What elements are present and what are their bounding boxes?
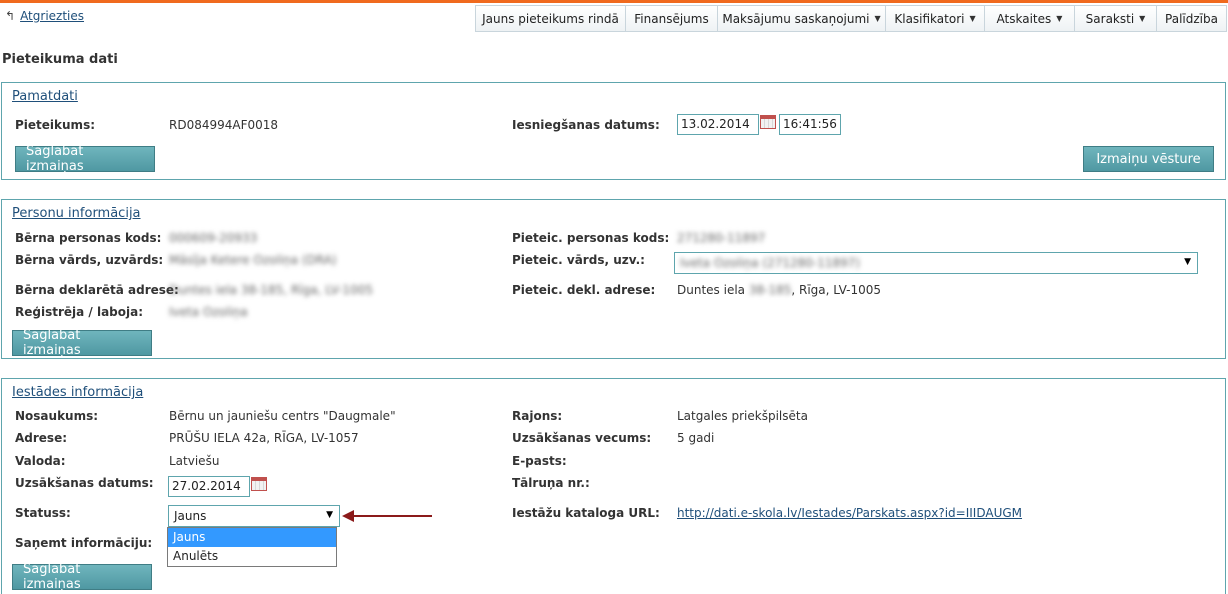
berna-adrese-value: Duntes iela 38-185, Rīga, LV-1005: [169, 283, 373, 297]
chevron-down-icon: ▼: [874, 14, 881, 23]
nav-label[interactable]: Saraksti: [1086, 12, 1135, 26]
panel-title: Pamatdati: [12, 89, 78, 104]
pieteikums-value: RD084994AF0018: [169, 118, 279, 132]
back-link-label[interactable]: Atgriezties: [20, 9, 84, 23]
nav-label[interactable]: Klasifikatori: [894, 12, 964, 26]
nav-jauns-pieteikums[interactable]: Jauns pieteikums rindā: [476, 5, 626, 32]
nav-label[interactable]: Finansējums: [634, 12, 708, 26]
calendar-icon[interactable]: [251, 477, 267, 491]
panel-pamatdati: Pamatdati Pieteikums: RD084994AF0018 Ies…: [1, 82, 1226, 180]
nav-label[interactable]: Atskaites: [997, 12, 1052, 26]
nav-palidziba[interactable]: Palīdzība: [1157, 5, 1227, 32]
chevron-down-icon: ▼: [326, 510, 333, 520]
nav-klasifikatori[interactable]: Klasifikatori ▼: [886, 5, 985, 32]
start-date-input[interactable]: 27.02.2014: [168, 476, 250, 497]
nav-maksajumu-saskanojumi[interactable]: Maksājumu saskaņojumi ▼: [718, 5, 886, 32]
nav-atskaites[interactable]: Atskaites ▼: [985, 5, 1075, 32]
field-label: Iestāžu kataloga URL:: [512, 506, 660, 520]
field-label: Pieteic. dekl. adrese:: [512, 283, 656, 297]
field-label: Uzsākšanas vecums:: [512, 431, 652, 445]
pieteic-kods-value: 271280-11897: [677, 231, 766, 245]
nav-label[interactable]: Maksājumu saskaņojumi: [722, 12, 869, 26]
field-label: Pieteic. personas kods:: [512, 231, 670, 245]
select-value: Jauns: [174, 509, 207, 523]
nav-label[interactable]: Jauns pieteikums rindā: [482, 12, 619, 26]
panel-title: Personu informācija: [12, 206, 141, 221]
back-link[interactable]: ↰ Atgriezties: [5, 9, 84, 23]
registreja-value: Iveta Ozoliņa: [169, 305, 248, 319]
top-bar: ↰ Atgriezties Jauns pieteikums rindā Fin…: [0, 0, 1228, 32]
chevron-down-icon: ▼: [1139, 14, 1146, 23]
berna-vards-value: Māsīja Ketere Ozoliņa (DRA): [169, 253, 337, 267]
history-button[interactable]: Izmaiņu vēsture: [1083, 146, 1214, 172]
adrese-value: PRŪŠU IELA 42a, RĪGA, LV-1057: [169, 431, 359, 445]
page-title: Pieteikuma dati: [2, 52, 118, 67]
field-label: E-pasts:: [512, 454, 567, 468]
field-label: Pieteic. vārds, uzv.:: [512, 253, 645, 267]
time-input[interactable]: 16:41:56: [779, 114, 841, 135]
address-street: Duntes iela: [677, 283, 746, 297]
catalog-url-link[interactable]: http://dati.e-skola.lv/Iestades/Parskats…: [677, 506, 1022, 520]
nav-label[interactable]: Palīdzība: [1165, 12, 1218, 26]
berna-kods-value: 000609-20933: [169, 231, 258, 245]
field-label: Reģistrēja / laboja:: [15, 305, 144, 319]
field-label: Rajons:: [512, 409, 563, 423]
address-number-redacted: 38-185: [748, 283, 792, 297]
field-label: Iesniegšanas datums:: [512, 118, 660, 132]
field-label: Pieteikums:: [15, 118, 96, 132]
calendar-icon[interactable]: [760, 115, 776, 129]
field-label: Tālruņa nr.:: [512, 476, 590, 490]
save-button[interactable]: Saglabāt izmaiņas: [12, 328, 152, 358]
status-option-anulets[interactable]: Anulēts: [168, 547, 336, 566]
field-label: Bērna vārds, uzvārds:: [15, 253, 164, 267]
chevron-down-icon: ▼: [1184, 257, 1191, 267]
status-select[interactable]: Jauns ▼: [168, 505, 340, 527]
field-label: Bērna personas kods:: [15, 231, 162, 245]
pieteic-vards-select[interactable]: Iveta Ozoliņa (271280-11897) ▼: [674, 252, 1198, 274]
nosaukums-value: Bērnu un jauniešu centrs "Daugmale": [169, 409, 396, 423]
status-option-jauns[interactable]: Jauns: [168, 528, 336, 547]
field-label: Statuss:: [15, 506, 71, 520]
field-label: Valoda:: [15, 454, 66, 468]
panel-personu: Personu informācija Bērna personas kods:…: [1, 199, 1226, 359]
field-label: Bērna deklarētā adrese:: [15, 283, 179, 297]
chevron-down-icon: ▼: [969, 14, 976, 23]
pieteic-adrese-value: Duntes iela 38-185, Rīga, LV-1005: [677, 283, 881, 297]
save-button[interactable]: Saglabāt izmaiņas: [15, 144, 155, 174]
panel-title: Iestādes informācija: [12, 385, 144, 400]
chevron-down-icon: ▼: [1056, 14, 1063, 23]
field-label: Uzsākšanas datums:: [15, 476, 154, 490]
address-rest: , Rīga, LV-1005: [791, 283, 882, 297]
back-arrow-icon: ↰: [5, 9, 16, 23]
field-label: Nosaukums:: [15, 409, 99, 423]
nav-finansejums[interactable]: Finansējums: [626, 5, 718, 32]
rajons-value: Latgales priekšpilsēta: [677, 409, 808, 423]
annotation-arrow-line: [352, 515, 432, 517]
main-nav: Jauns pieteikums rindā Finansējums Maksā…: [475, 5, 1227, 32]
annotation-arrow-icon: [342, 510, 354, 522]
vecums-value: 5 gadi: [677, 431, 715, 445]
save-button[interactable]: Saglabāt izmaiņas: [12, 562, 152, 592]
date-input[interactable]: 13.02.2014: [677, 114, 759, 135]
nav-saraksti[interactable]: Saraksti ▼: [1075, 5, 1157, 32]
valoda-value: Latviešu: [169, 454, 220, 468]
select-value: Iveta Ozoliņa (271280-11897): [680, 256, 861, 270]
field-label: Adrese:: [15, 431, 68, 445]
status-dropdown-list: Jauns Anulēts: [167, 527, 337, 567]
field-label: Saņemt informāciju:: [15, 536, 153, 550]
